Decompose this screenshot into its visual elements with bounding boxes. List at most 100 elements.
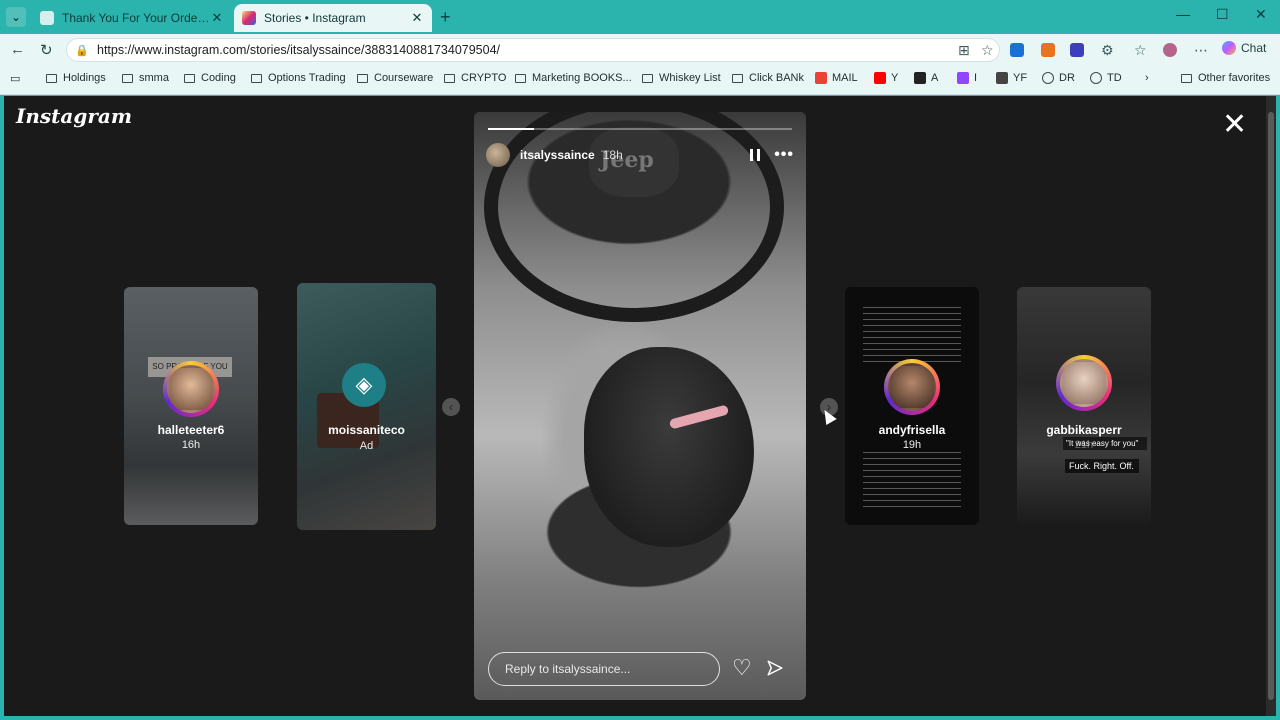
story-username[interactable]: itsalyssaince bbox=[520, 148, 595, 162]
folder-icon bbox=[251, 73, 262, 83]
globe-icon bbox=[1090, 72, 1102, 84]
bookmark-marketing-books[interactable]: Marketing BOOKS... bbox=[515, 72, 632, 84]
bookmark-whiskey-list[interactable]: Whiskey List bbox=[642, 72, 721, 84]
amazon-icon bbox=[914, 72, 926, 84]
tab-favicon-icon bbox=[40, 11, 54, 25]
yf-icon bbox=[996, 72, 1008, 84]
bookmark-label: MAIL bbox=[832, 72, 858, 84]
tab-bar: ⌄ Thank You For Your Order 12Cilind ✕ St… bbox=[0, 0, 1280, 34]
tab-close-icon[interactable]: ✕ bbox=[210, 10, 224, 26]
bookmark-label: CRYPTO bbox=[461, 72, 507, 84]
youtube-icon bbox=[874, 72, 886, 84]
bookmark-label: Click BANk bbox=[749, 72, 805, 84]
bookmarks-menu-icon[interactable]: ▭ bbox=[10, 72, 20, 85]
bookmark-coding[interactable]: Coding bbox=[184, 72, 236, 84]
bookmark-label: TD bbox=[1107, 72, 1122, 84]
bookmark-courseware[interactable]: Courseware bbox=[357, 72, 433, 84]
instagram-logo[interactable]: Instagram bbox=[16, 104, 132, 128]
bookmarks-bar: ▭ Holdings smma Coding Options Trading C… bbox=[0, 66, 1280, 95]
bookmark-label: A bbox=[931, 72, 939, 84]
story-text-overlay: "It was easy for you" bbox=[1063, 437, 1147, 450]
reply-input[interactable]: Reply to itsalyssaince... bbox=[488, 652, 720, 686]
back-icon[interactable]: ← bbox=[10, 41, 25, 58]
bookmark-mail[interactable]: MAIL bbox=[815, 72, 858, 84]
favorites-icon[interactable]: ☆ bbox=[1134, 42, 1147, 59]
maximize-icon[interactable]: ☐ bbox=[1216, 6, 1229, 23]
bookmark-label: I bbox=[974, 72, 978, 84]
tab-title: Thank You For Your Order 12Cilind bbox=[62, 11, 210, 25]
chevron-left-icon[interactable]: ‹ bbox=[442, 398, 460, 416]
story-card-andyfrisella[interactable]: andyfrisella 19h bbox=[845, 287, 979, 525]
window-close-icon[interactable]: ✕ bbox=[1255, 6, 1267, 23]
reply-placeholder: Reply to itsalyssaince... bbox=[505, 662, 631, 676]
story-time: 19h bbox=[902, 439, 922, 451]
extension-malwarebytes-icon[interactable] bbox=[1010, 43, 1024, 57]
bookmark-holdings[interactable]: Holdings bbox=[46, 72, 106, 84]
avatar bbox=[888, 363, 936, 411]
bookmark-options-trading[interactable]: Options Trading bbox=[251, 72, 346, 84]
folder-icon bbox=[642, 73, 653, 83]
more-menu-icon[interactable]: ⋯ bbox=[1194, 42, 1208, 59]
url-field[interactable]: 🔒 https://www.instagram.com/stories/itsa… bbox=[66, 38, 1000, 62]
folder-icon bbox=[357, 73, 368, 83]
bookmark-dr[interactable]: DR bbox=[1042, 72, 1075, 84]
copilot-chat-button[interactable]: Chat bbox=[1222, 41, 1266, 55]
folder-icon bbox=[515, 73, 526, 83]
address-bar-row: ← ↻ 🔒 https://www.instagram.com/stories/… bbox=[0, 34, 1280, 66]
globe-icon bbox=[1042, 72, 1054, 84]
story-progress-bar bbox=[488, 128, 792, 130]
story-card-gabbikasperr[interactable]: gabbikasperr 21h "It was easy for you" F… bbox=[1017, 287, 1151, 525]
bookmark-twitch[interactable]: I bbox=[957, 72, 977, 84]
close-icon[interactable]: ✕ bbox=[1222, 110, 1247, 140]
story-viewer[interactable]: Jeep itsalyssaince 18h ••• Reply to itsa… bbox=[474, 112, 806, 700]
story-time: 16h bbox=[181, 439, 201, 451]
avatar[interactable] bbox=[486, 143, 510, 167]
bookmarks-overflow-icon[interactable]: › bbox=[1145, 72, 1149, 84]
bookmark-yf[interactable]: YF bbox=[996, 72, 1027, 84]
extension-icon[interactable] bbox=[1070, 43, 1084, 57]
tab-close-icon[interactable]: ✕ bbox=[410, 10, 424, 26]
story-card-moissaniteco[interactable]: ◈ moissaniteco Ad bbox=[297, 283, 436, 530]
copilot-icon bbox=[1222, 41, 1236, 55]
app-available-icon[interactable]: ⊞ bbox=[958, 42, 970, 59]
tab-title: Stories • Instagram bbox=[264, 11, 366, 25]
scrollbar-thumb[interactable] bbox=[1268, 112, 1274, 700]
refresh-icon[interactable]: ↻ bbox=[40, 41, 53, 59]
heart-icon[interactable]: ♡ bbox=[732, 657, 752, 679]
pause-icon[interactable] bbox=[750, 149, 761, 161]
lock-icon: 🔒 bbox=[75, 44, 89, 57]
story-card-halleteeter6[interactable]: SO PROUD OF YOU halleteeter6 16h bbox=[124, 287, 258, 525]
new-tab-button[interactable]: + bbox=[440, 7, 451, 28]
ad-label: Ad bbox=[359, 440, 374, 452]
scrollbar[interactable] bbox=[1266, 96, 1276, 716]
send-icon[interactable] bbox=[766, 659, 784, 677]
favorite-star-icon[interactable]: ☆ bbox=[981, 42, 994, 59]
story-username: halleteeter6 bbox=[157, 423, 225, 437]
folder-icon bbox=[184, 73, 195, 83]
chat-label: Chat bbox=[1241, 41, 1267, 55]
minimize-icon[interactable]: — bbox=[1176, 6, 1190, 22]
gmail-icon bbox=[815, 72, 827, 84]
more-icon[interactable]: ••• bbox=[774, 146, 794, 164]
story-username: gabbikasperr bbox=[1046, 423, 1122, 437]
bookmark-label: Other favorites bbox=[1198, 72, 1271, 84]
bookmark-crypto[interactable]: CRYPTO bbox=[444, 72, 506, 84]
tab-order[interactable]: Thank You For Your Order 12Cilind ✕ bbox=[32, 4, 232, 32]
bookmark-td[interactable]: TD bbox=[1090, 72, 1122, 84]
profile-avatar[interactable] bbox=[1163, 43, 1177, 57]
bookmark-click-bank[interactable]: Click BANk bbox=[732, 72, 804, 84]
story-header: itsalyssaince 18h ••• bbox=[486, 142, 794, 168]
extensions-puzzle-icon[interactable]: ⚙ bbox=[1101, 42, 1114, 59]
tab-list-button[interactable]: ⌄ bbox=[6, 7, 26, 27]
bookmark-label: Marketing BOOKS... bbox=[532, 72, 632, 84]
bookmark-amazon[interactable]: A bbox=[914, 72, 938, 84]
tab-instagram[interactable]: Stories • Instagram ✕ bbox=[234, 4, 432, 32]
story-username: andyfrisella bbox=[878, 423, 946, 437]
extension-metamask-icon[interactable] bbox=[1041, 43, 1055, 57]
bookmark-other-favorites[interactable]: Other favorites bbox=[1181, 72, 1270, 84]
bookmark-youtube[interactable]: Y bbox=[874, 72, 898, 84]
bookmark-label: DR bbox=[1059, 72, 1075, 84]
bookmark-label: Whiskey List bbox=[659, 72, 721, 84]
story-time: 18h bbox=[602, 148, 623, 162]
bookmark-smma[interactable]: smma bbox=[122, 72, 169, 84]
